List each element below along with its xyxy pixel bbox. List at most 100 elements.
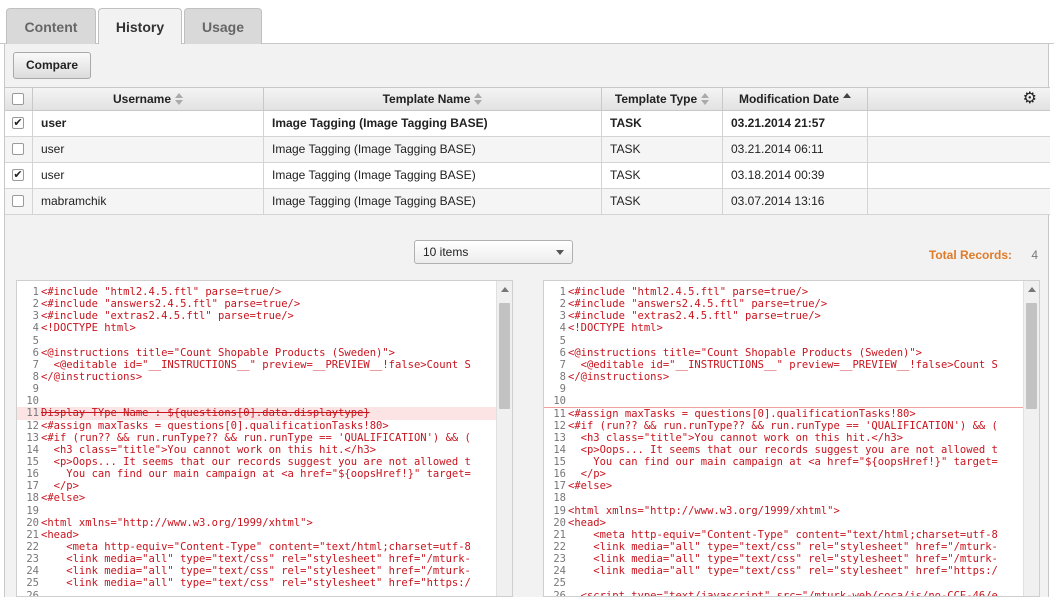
scroll-thumb[interactable] [499, 303, 510, 409]
cell-template-name: Image Tagging (Image Tagging BASE) [264, 163, 602, 188]
header-select-all [5, 88, 33, 110]
code-line: 12 <#if (run?? && run.runType?? && run.ru… [544, 420, 1025, 432]
code-line: 17 <#else> [544, 480, 1025, 492]
line-number: 23 [553, 553, 566, 566]
cell-template-type: TASK [602, 189, 723, 214]
code-line: 15 You can find our main campaign at <a … [544, 456, 1025, 468]
code-line: 20 <head> [544, 517, 1025, 529]
line-number: 7 [559, 358, 566, 371]
line-number: 21 [553, 528, 566, 541]
line-number: 14 [553, 443, 566, 456]
column-settings: ⚙ [868, 88, 1050, 110]
code-line: 7 <@editable id="__INSTRUCTIONS__" previ… [544, 359, 1025, 371]
scroll-thumb[interactable] [1026, 303, 1037, 409]
cell-template-type: TASK [602, 111, 723, 136]
code-line: 3 <#include "extras2.4.5.ftl" parse=true/… [544, 310, 1025, 322]
line-text: <@editable id="__INSTRUCTIONS__" preview… [568, 358, 998, 371]
sort-descending-icon [843, 93, 851, 105]
code-line: 22 <meta http-equiv="Content-Type" conte… [17, 541, 498, 553]
cell-template-name: Image Tagging (Image Tagging BASE) [264, 189, 602, 214]
total-records: Total Records: 4 [929, 248, 1040, 262]
pager-bar: 10 items Total Records: 4 [5, 238, 1050, 278]
code-line: 14 <p>Oops... It seems that our records … [544, 444, 1025, 456]
line-number: 12 [553, 419, 566, 432]
tab-history[interactable]: History [98, 8, 182, 45]
line-number: 21 [26, 528, 39, 541]
line-number: 22 [553, 540, 566, 553]
line-number: 14 [26, 443, 39, 456]
code-line: 23 <link media="all" type="text/css" rel… [544, 553, 1025, 565]
line-text: </@instructions> [41, 370, 143, 383]
code-line: 1 <#include "html2.4.5.ftl" parse=true/> [544, 286, 1025, 298]
select-all-checkbox[interactable] [12, 93, 24, 105]
code-line: 21 <meta http-equiv="Content-Type" conte… [544, 529, 1025, 541]
gear-icon[interactable]: ⚙ [1023, 91, 1037, 107]
scrollbar-right[interactable] [1023, 281, 1039, 596]
column-header-username[interactable]: Username [33, 88, 264, 110]
column-header-template-type[interactable]: Template Type [602, 88, 723, 110]
table-row[interactable]: user Image Tagging (Image Tagging BASE) … [5, 137, 1050, 163]
column-header-template-name[interactable]: Template Name [264, 88, 602, 110]
table-row[interactable]: ✔ user Image Tagging (Image Tagging BASE… [5, 111, 1050, 137]
cell-template-name: Image Tagging (Image Tagging BASE) [264, 137, 602, 162]
line-number: 22 [26, 540, 39, 553]
line-number: 10 [26, 395, 39, 408]
line-number: 1 [559, 286, 566, 298]
code-line: 2 <#include "answers2.4.5.ftl" parse=true… [17, 298, 498, 310]
tab-content[interactable]: Content [6, 8, 96, 44]
scrollbar-left[interactable] [496, 281, 512, 596]
line-number: 15 [553, 455, 566, 468]
line-text: You can find our main campaign at <a hre… [41, 468, 471, 481]
line-text: <@instructions title="Count Shopable Pro… [41, 346, 396, 359]
table-row[interactable]: mabramchik Image Tagging (Image Tagging … [5, 189, 1050, 215]
code-line: 9 [544, 383, 1025, 395]
code-line: 13 <h3 class="title">You cannot work on … [544, 432, 1025, 444]
diff-editor-right[interactable]: 1 <#include "html2.4.5.ftl" parse=true/> 2… [543, 280, 1040, 597]
row-checkbox[interactable] [12, 195, 24, 207]
row-checkbox[interactable]: ✔ [12, 117, 24, 129]
line-text: <!DOCTYPE html> [568, 322, 663, 335]
line-text: <#include "extras2.4.5.ftl" parse=true/> [568, 310, 821, 323]
table-row[interactable]: ✔ user Image Tagging (Image Tagging BASE… [5, 163, 1050, 189]
page-size-select[interactable]: 10 items [414, 240, 573, 264]
line-text: <h3 class="title">You cannot work on thi… [568, 431, 904, 444]
code-line: 8 </@instructions> [17, 371, 498, 383]
column-header-modification-date[interactable]: Modification Date [723, 88, 868, 110]
cell-username: user [33, 137, 264, 162]
line-number: 5 [559, 334, 566, 347]
line-text: <#if (run?? && run.runType?? && run.runT… [41, 431, 471, 444]
sort-icon [175, 93, 184, 105]
line-text: <link media="all" type="text/css" rel="s… [568, 553, 998, 566]
line-text: <#else> [41, 492, 86, 505]
line-number: 19 [553, 504, 566, 517]
cell-modification-date: 03.21.2014 21:57 [723, 111, 868, 136]
scroll-up-icon[interactable] [1028, 287, 1036, 292]
line-number: 11 [553, 408, 566, 420]
line-number: 17 [26, 480, 39, 493]
code-line: 18 [544, 492, 1025, 504]
row-checkbox[interactable]: ✔ [12, 169, 24, 181]
code-line: 11 Display TYpe Name : ${questions[0].dat… [17, 407, 498, 420]
sort-icon [701, 93, 710, 105]
code-line: 25 [544, 577, 1025, 589]
tab-usage[interactable]: Usage [184, 8, 262, 44]
line-text: <head> [41, 528, 79, 541]
chevron-down-icon [556, 250, 564, 255]
line-text: <@instructions title="Count Shopable Pro… [568, 346, 923, 359]
code-line: 4 <!DOCTYPE html> [544, 322, 1025, 334]
cell-modification-date: 03.18.2014 00:39 [723, 163, 868, 188]
code-line: 26 [17, 590, 498, 596]
line-number: 18 [553, 492, 566, 505]
line-text: <meta http-equiv="Content-Type" content=… [568, 528, 998, 541]
line-text: <p>Oops... It seems that our records sug… [41, 455, 471, 468]
line-number: 24 [553, 565, 566, 578]
total-records-value: 4 [1031, 248, 1038, 262]
diff-editor-left[interactable]: 1 <#include "html2.4.5.ftl" parse=true/> 2… [16, 280, 513, 597]
code-line: 5 [544, 335, 1025, 347]
scroll-up-icon[interactable] [501, 287, 509, 292]
row-checkbox[interactable] [12, 143, 24, 155]
line-text: <link media="all" type="text/css" rel="s… [568, 540, 998, 553]
line-text: <p>Oops... It seems that our records sug… [568, 443, 998, 456]
code-line: 21 <head> [17, 529, 498, 541]
compare-button[interactable]: Compare [13, 52, 91, 79]
